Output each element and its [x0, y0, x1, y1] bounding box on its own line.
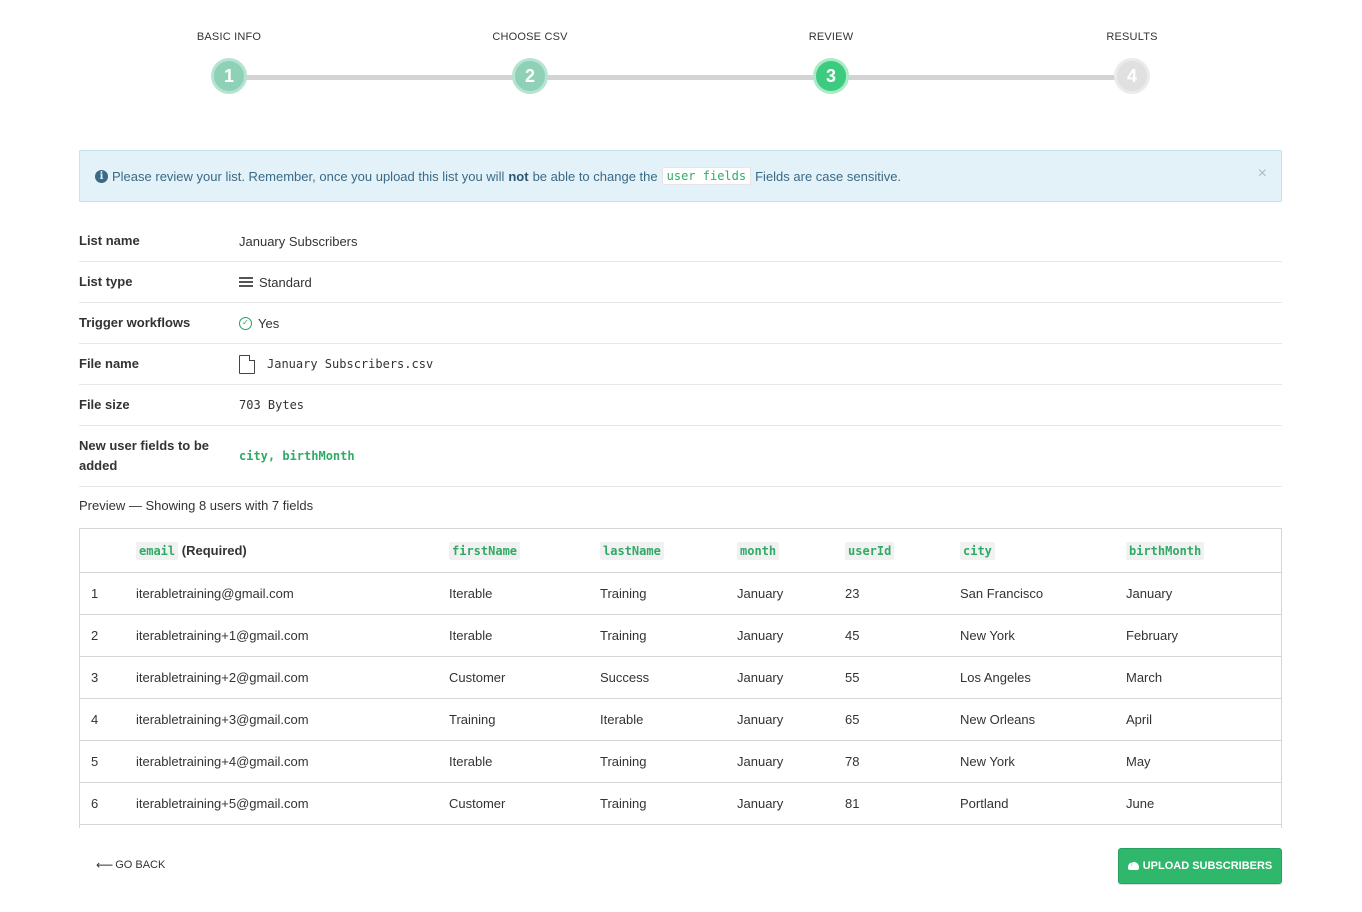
- list-details: List name January Subscribers List type …: [79, 221, 1282, 487]
- alert-code: user fields: [661, 167, 752, 185]
- arrow-left-icon: ⟵: [96, 858, 114, 872]
- detail-label: File size: [79, 397, 130, 412]
- detail-value: city, birthMonth: [239, 449, 355, 463]
- detail-row-trigger-workflows: Trigger workflows ✓ Yes: [79, 303, 1282, 344]
- header-birthmonth: birthMonth: [1126, 529, 1281, 573]
- stepper-track: [230, 75, 1131, 80]
- header-firstname: firstName: [449, 529, 600, 573]
- upload-subscribers-button[interactable]: Upload Subscribers: [1118, 848, 1282, 884]
- detail-label: List type: [79, 274, 133, 289]
- step-choose-csv[interactable]: Choose CSV 2: [470, 28, 590, 94]
- detail-value: Yes: [258, 315, 280, 331]
- preview-table: email (Required) firstName lastName mont…: [80, 529, 1281, 825]
- go-back-button[interactable]: ⟵ Go Back: [96, 858, 165, 872]
- header-userid: userId: [845, 529, 960, 573]
- table-header-row: email (Required) firstName lastName mont…: [80, 529, 1281, 573]
- detail-row-list-type: List type Standard: [79, 262, 1282, 303]
- step-label: Basic Info: [196, 31, 262, 43]
- step-number: 1: [211, 58, 247, 94]
- step-number: 2: [512, 58, 548, 94]
- review-alert: i Please review your list. Remember, onc…: [79, 150, 1282, 202]
- check-circle-icon: ✓: [239, 316, 252, 330]
- detail-value: January Subscribers.csv: [267, 357, 434, 371]
- table-row: 1 iterabletraining@gmail.com Iterable Tr…: [80, 572, 1281, 615]
- close-icon[interactable]: ×: [1258, 165, 1267, 183]
- preview-table-container[interactable]: email (Required) firstName lastName mont…: [79, 528, 1282, 828]
- step-number: 3: [813, 58, 849, 94]
- header-index: [80, 529, 136, 573]
- header-month: month: [737, 529, 845, 573]
- alert-bold: not: [508, 168, 529, 184]
- alert-text-middle: be able to change the: [532, 168, 658, 184]
- cloud-upload-icon: [1127, 859, 1139, 870]
- table-row: 6 iterabletraining+5@gmail.com Customer …: [80, 782, 1281, 825]
- detail-value: Standard: [259, 274, 312, 290]
- detail-row-new-fields: New user fields to be added city, birthM…: [79, 426, 1282, 487]
- go-back-label: Go Back: [115, 859, 166, 871]
- header-lastname: lastName: [600, 529, 737, 573]
- detail-value: January Subscribers: [239, 233, 358, 249]
- info-icon: i: [95, 169, 108, 183]
- step-label: Results: [1106, 31, 1158, 43]
- upload-label: Upload Subscribers: [1142, 860, 1273, 872]
- step-number: 4: [1114, 58, 1150, 94]
- table-row: 2 iterabletraining+1@gmail.com Iterable …: [80, 614, 1281, 657]
- progress-stepper: Basic Info 1 Choose CSV 2 Review 3 Resul…: [0, 0, 1362, 110]
- detail-label: List name: [79, 233, 140, 248]
- alert-text-after: Fields are case sensitive.: [755, 168, 902, 184]
- step-basic-info[interactable]: Basic Info 1: [169, 28, 289, 94]
- alert-text-before: Please review your list. Remember, once …: [112, 168, 505, 184]
- detail-row-file-size: File size 703 Bytes: [79, 385, 1282, 426]
- detail-row-list-name: List name January Subscribers: [79, 221, 1282, 262]
- detail-label: New user fields to be added: [79, 438, 210, 473]
- detail-label: Trigger workflows: [79, 315, 191, 330]
- table-row: 5 iterabletraining+4@gmail.com Iterable …: [80, 740, 1281, 783]
- file-icon: [239, 354, 255, 374]
- header-email: email (Required): [136, 529, 449, 573]
- list-icon: [239, 276, 253, 288]
- table-row: 3 iterabletraining+2@gmail.com Customer …: [80, 656, 1281, 699]
- detail-value: 703 Bytes: [239, 398, 305, 412]
- table-row: 4 iterabletraining+3@gmail.com Training …: [80, 698, 1281, 741]
- step-label: Review: [808, 31, 854, 43]
- step-review: Review 3: [771, 28, 891, 94]
- step-results: Results 4: [1072, 28, 1192, 94]
- step-label: Choose CSV: [492, 31, 568, 43]
- preview-summary: Preview — Showing 8 users with 7 fields: [79, 498, 314, 513]
- header-city: city: [960, 529, 1126, 573]
- detail-row-file-name: File name January Subscribers.csv: [79, 344, 1282, 385]
- detail-label: File name: [79, 356, 139, 371]
